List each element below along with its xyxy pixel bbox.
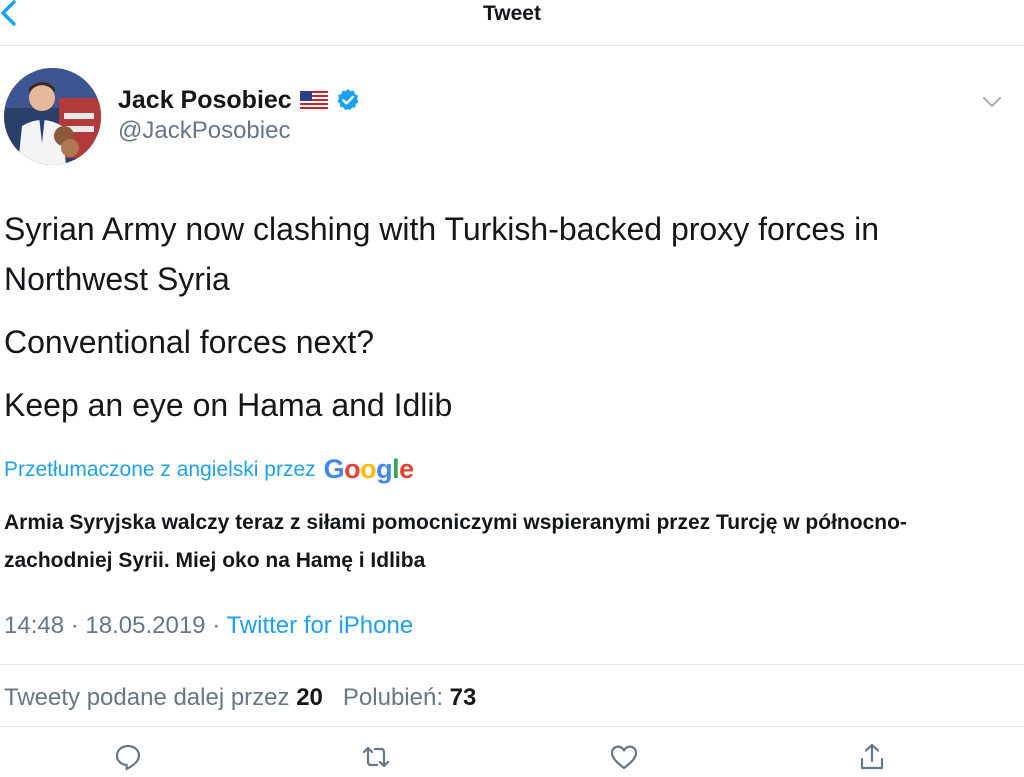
author-name-row[interactable]: Jack Posobiec [118, 84, 360, 116]
author-handle[interactable]: @JackPosobiec [118, 117, 290, 145]
meta-separator: · [70, 612, 79, 639]
divider [0, 726, 1024, 727]
author-name[interactable]: Jack Posobiec [118, 86, 292, 115]
likes-stat[interactable]: Polubień: 73 [343, 684, 476, 711]
like-button[interactable] [609, 742, 639, 772]
chevron-down-icon[interactable] [982, 95, 1002, 109]
heart-icon [610, 745, 638, 770]
translated-text: Armia Syryjska walczy teraz z siłami pom… [4, 511, 907, 572]
retweets-label: Tweety podane dalej przez [4, 684, 290, 711]
google-logo: Google [323, 454, 415, 484]
tweet-source-link[interactable]: Twitter for iPhone [226, 612, 413, 639]
share-button[interactable] [857, 742, 887, 772]
verified-badge-icon [337, 89, 359, 111]
retweets-stat[interactable]: Tweety podane dalej przez 20 [4, 684, 330, 711]
reply-icon [115, 744, 141, 771]
divider [0, 664, 1024, 665]
tweet-paragraph: Syrian Army now clashing with Turkish-ba… [4, 211, 880, 297]
retweet-button[interactable] [361, 742, 391, 772]
tweet-date: 18.05.2019 [85, 612, 206, 639]
reply-button[interactable] [113, 742, 143, 772]
us-flag-icon [299, 91, 328, 109]
avatar-image [4, 68, 101, 165]
tweet-time: 14:48 [4, 612, 65, 639]
tweet-paragraph: Keep an eye on Hama and Idlib [4, 387, 453, 423]
likes-label: Polubień: [342, 684, 443, 711]
nav-bar: Tweet [0, 0, 1024, 46]
likes-count: 73 [449, 684, 477, 711]
avatar[interactable] [4, 68, 101, 165]
translation-label[interactable]: Przetłumaczone z angielski przez [4, 458, 316, 482]
tweet-text: Syrian Army now clashing with Turkish-ba… [4, 204, 1004, 443]
translation-attribution: Przetłumaczone z angielski przez Google [4, 454, 414, 485]
retweets-count: 20 [296, 684, 323, 711]
share-icon [860, 743, 884, 770]
retweet-icon [362, 746, 390, 768]
meta-separator: · [212, 612, 221, 639]
tweet-paragraph: Conventional forces next? [4, 324, 374, 360]
page-title: Tweet [483, 2, 541, 25]
tweet-stats: Tweety podane dalej przez 20 Polubień: 7… [4, 684, 476, 712]
tweet-meta: 14:48 · 18.05.2019 · Twitter for iPhone [4, 612, 413, 640]
